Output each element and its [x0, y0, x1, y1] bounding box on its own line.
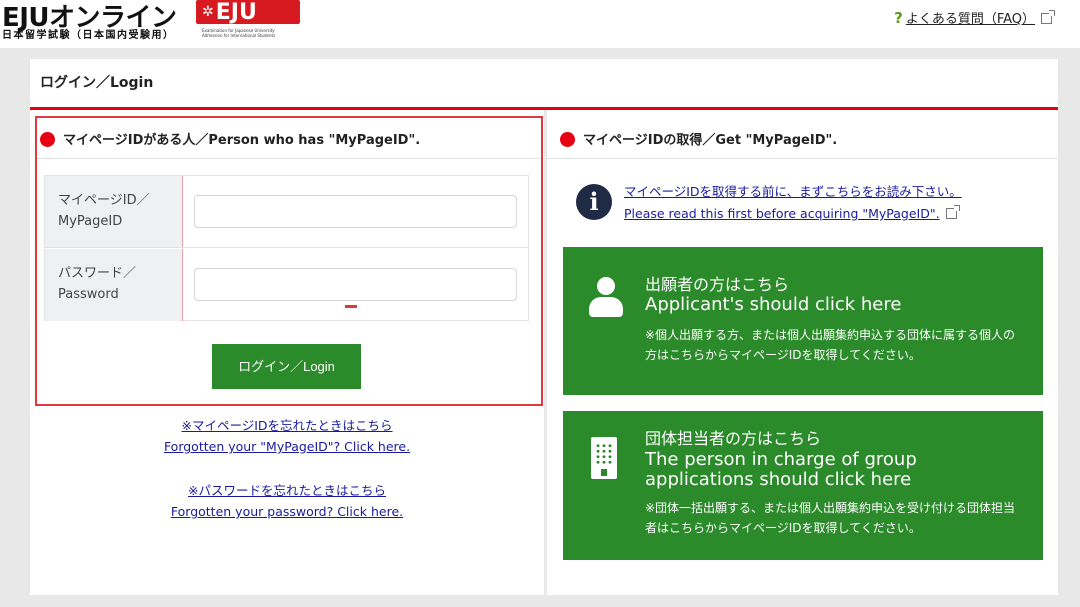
mypageid-label: マイページID／ MyPageID: [45, 176, 183, 247]
group-title-ja: 団体担当者の方はこちら: [645, 429, 822, 448]
column-divider: [544, 110, 547, 595]
read-first-link-en[interactable]: Please read this first before acquiring …: [624, 203, 962, 225]
faq-link-wrap: ? よくある質問（FAQ）: [894, 8, 1055, 27]
read-first-link-ja[interactable]: マイページIDを取得する前に、まずこちらをお読み下さい。: [624, 181, 962, 203]
login-form: マイページID／ MyPageID パスワード／ Password: [44, 175, 529, 321]
acquire-section-title-text: マイページIDの取得／Get "MyPageID".: [583, 133, 838, 148]
logo-tagline: Examination for Japanese University Admi…: [202, 28, 276, 38]
applicant-title-en: Applicant's should click here: [645, 294, 902, 315]
forgot-password-links: ※パスワードを忘れたときはこちら Forgotten your password…: [30, 480, 544, 522]
field-error-marker: [345, 305, 357, 308]
star-icon: ✲: [202, 4, 214, 20]
login-section-title: マイページIDがある人／Person who has "MyPageID".: [40, 129, 420, 148]
external-link-icon: [1041, 10, 1055, 24]
logo-badge-text: EJU: [215, 0, 257, 25]
forgot-password-link-ja[interactable]: ※パスワードを忘れたときはこちら: [30, 480, 544, 501]
mypageid-input[interactable]: [194, 195, 517, 228]
password-label-ja: パスワード／: [58, 266, 137, 281]
applicant-button[interactable]: 出願者の方はこちら Applicant's should click here …: [563, 247, 1043, 395]
read-first-link-en-text: Please read this first before acquiring …: [624, 206, 940, 221]
external-link-icon: [945, 205, 960, 219]
group-note: ※団体一括出願する、または個人出願集約申込を受け付ける団体担当者はこちらからマイ…: [645, 501, 1016, 535]
forgot-password-link-en[interactable]: Forgotten your password? Click here.: [30, 501, 544, 522]
password-label: パスワード／ Password: [45, 249, 183, 321]
forgot-id-links: ※マイページIDを忘れたときはこちら Forgotten your "MyPag…: [30, 415, 544, 457]
site-header: EJUオンライン ✲EJU 日本留学試験（日本国内受験用） Examinatio…: [0, 0, 1080, 48]
mypageid-row: マイページID／ MyPageID: [45, 176, 528, 248]
person-icon: [589, 277, 623, 317]
login-panel: ログイン／Login マイページIDがある人／Person who has "M…: [30, 59, 1058, 595]
question-icon: ?: [894, 9, 903, 27]
logo-badge: ✲EJU: [196, 0, 300, 25]
login-section-title-text: マイページIDがある人／Person who has "MyPageID".: [63, 133, 421, 148]
password-input[interactable]: [194, 268, 517, 301]
building-icon: [591, 437, 617, 479]
password-row: パスワード／ Password: [45, 249, 528, 321]
page-title: ログイン／Login: [40, 75, 154, 91]
mypageid-label-ja: マイページID／: [58, 193, 150, 208]
forgot-id-link-en[interactable]: Forgotten your "MyPageID"? Click here.: [30, 436, 544, 457]
logo-subtitle: 日本留学試験（日本国内受験用）: [2, 30, 175, 41]
login-button[interactable]: ログイン／Login: [212, 344, 361, 389]
info-icon: i: [576, 184, 612, 220]
password-label-en: Password: [58, 287, 119, 302]
login-section-rule: [37, 158, 541, 159]
acquire-section-rule: [547, 158, 1058, 159]
faq-link[interactable]: よくある質問（FAQ）: [906, 12, 1035, 27]
forgot-id-link-ja[interactable]: ※マイページIDを忘れたときはこちら: [30, 415, 544, 436]
mypageid-label-en: MyPageID: [58, 214, 123, 229]
acquire-section-title: マイページIDの取得／Get "MyPageID".: [560, 129, 837, 148]
group-admin-button[interactable]: 団体担当者の方はこちら The person in charge of grou…: [563, 411, 1043, 560]
info-links: マイページIDを取得する前に、まずこちらをお読み下さい。 Please read…: [624, 181, 962, 225]
applicant-title-ja: 出願者の方はこちら: [645, 275, 790, 294]
group-title-en: The person in charge of group applicatio…: [645, 449, 917, 490]
applicant-note: ※個人出願する方、または個人出願集約申込する団体に属する個人の方はこちらからマイ…: [645, 328, 1016, 362]
red-dot-icon: [560, 132, 575, 147]
red-dot-icon: [40, 132, 55, 147]
